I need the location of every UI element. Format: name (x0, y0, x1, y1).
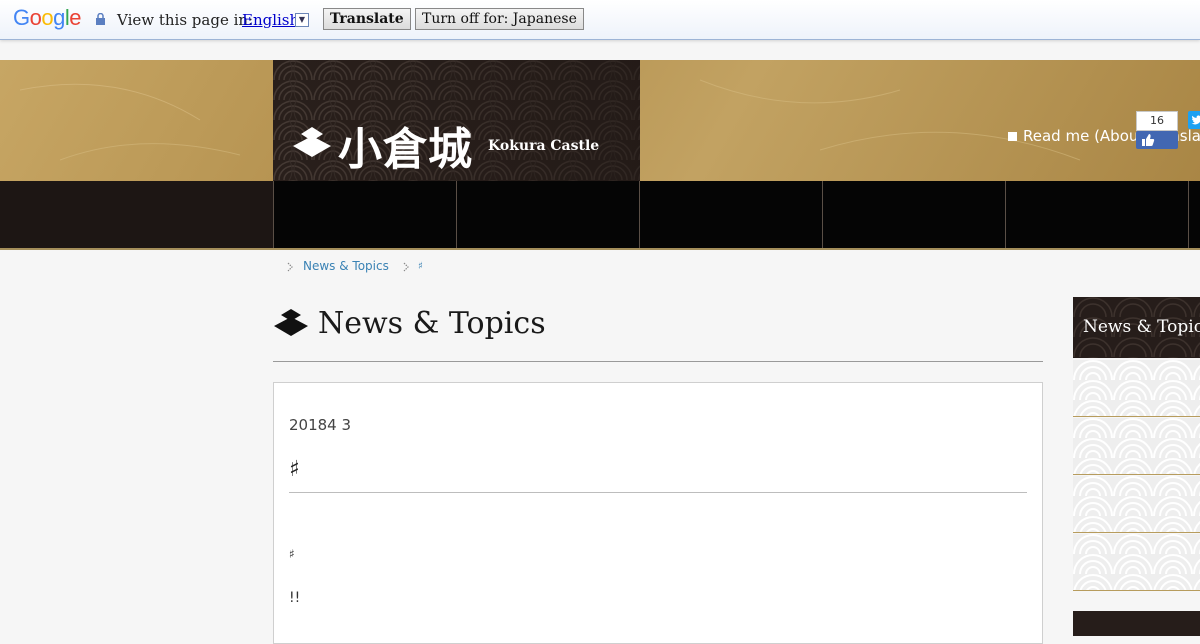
sidebar-item[interactable] (1073, 534, 1200, 591)
divider (289, 492, 1027, 493)
sidebar-heading-box (1073, 611, 1200, 636)
wave-pattern (1073, 418, 1200, 474)
article-card (273, 382, 1043, 644)
wave-pattern (1073, 360, 1200, 416)
breadcrumb-current: ♯ (418, 261, 423, 272)
divider (273, 361, 1043, 362)
article-paragraph: ♯ (289, 547, 295, 561)
facebook-like[interactable]: 16 (1136, 111, 1178, 149)
twitter-button[interactable] (1188, 111, 1200, 129)
sidebar-item[interactable] (1073, 418, 1200, 475)
nav-item-3[interactable] (639, 181, 823, 248)
turn-off-button[interactable]: Turn off for: Japanese (415, 8, 584, 30)
logo-japanese: 小倉城 (338, 124, 473, 175)
like-button[interactable] (1136, 131, 1178, 149)
breadcrumb-link-news[interactable]: News & Topics (303, 259, 389, 273)
nav-item-1[interactable] (273, 181, 457, 248)
checkbox[interactable] (1008, 132, 1017, 141)
translate-prompt: View this page in: (117, 11, 254, 29)
language-select[interactable]: English (242, 11, 299, 29)
castle-crest-icon (274, 309, 308, 336)
nav-item-5[interactable] (1005, 181, 1189, 248)
nav-item-4[interactable] (822, 181, 1006, 248)
google-logo: Google (13, 5, 82, 30)
sidebar-item[interactable] (1073, 476, 1200, 533)
site-header: Read me (About translati (0, 60, 1200, 181)
breadcrumb-arrow-icon (403, 262, 409, 272)
lock-icon (96, 13, 105, 25)
twitter-icon (1191, 115, 1200, 125)
nav-item-2[interactable] (456, 181, 640, 248)
translate-bar: Google View this page in: English ▼ Tran… (0, 0, 1200, 40)
thumbs-up-icon (1142, 134, 1155, 146)
article-title: ♯ (289, 457, 300, 482)
sidebar-heading: News & Topics (1083, 317, 1200, 337)
page-title: News & Topics (318, 306, 546, 341)
logo-english: Kokura Castle (488, 138, 600, 154)
article-paragraph: !! (289, 590, 301, 606)
sidebar-item[interactable] (1073, 360, 1200, 417)
breadcrumb-arrow-icon (287, 262, 293, 272)
main-nav (0, 181, 1200, 250)
like-count: 16 (1136, 111, 1178, 131)
wave-pattern (1073, 534, 1200, 590)
nav-item-6[interactable] (1188, 181, 1200, 248)
wave-pattern (1073, 476, 1200, 532)
article-date: 20184 3 (289, 416, 352, 434)
chevron-down-icon[interactable]: ▼ (295, 13, 309, 27)
castle-crest-icon (293, 127, 331, 157)
translate-button[interactable]: Translate (323, 8, 411, 30)
